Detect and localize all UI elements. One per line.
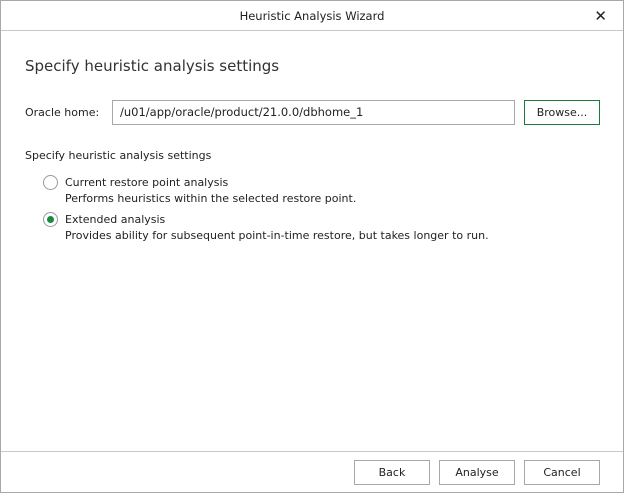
title-bar: Heuristic Analysis Wizard ✕ [1, 1, 623, 31]
section-label: Specify heuristic analysis settings [25, 149, 212, 162]
option-current-label[interactable]: Current restore point analysis [65, 175, 228, 190]
browse-button[interactable]: Browse... [524, 100, 600, 125]
oracle-home-input[interactable]: /u01/app/oracle/product/21.0.0/dbhome_1 [112, 100, 515, 125]
window-title: Heuristic Analysis Wizard [239, 9, 385, 23]
option-current-description: Performs heuristics within the selected … [65, 192, 357, 205]
radio-current-restore-point[interactable] [43, 175, 58, 190]
footer-divider [1, 451, 623, 452]
option-extended-label[interactable]: Extended analysis [65, 212, 165, 227]
back-button[interactable]: Back [354, 460, 430, 485]
cancel-button[interactable]: Cancel [524, 460, 600, 485]
radio-extended-analysis[interactable] [43, 212, 58, 227]
page-title: Specify heuristic analysis settings [25, 57, 280, 75]
analyse-button[interactable]: Analyse [439, 460, 515, 485]
close-icon[interactable]: ✕ [594, 1, 607, 31]
oracle-home-label: Oracle home: [25, 106, 100, 119]
wizard-window: Heuristic Analysis Wizard ✕ Specify heur… [0, 0, 624, 493]
option-extended-description: Provides ability for subsequent point-in… [65, 229, 489, 242]
